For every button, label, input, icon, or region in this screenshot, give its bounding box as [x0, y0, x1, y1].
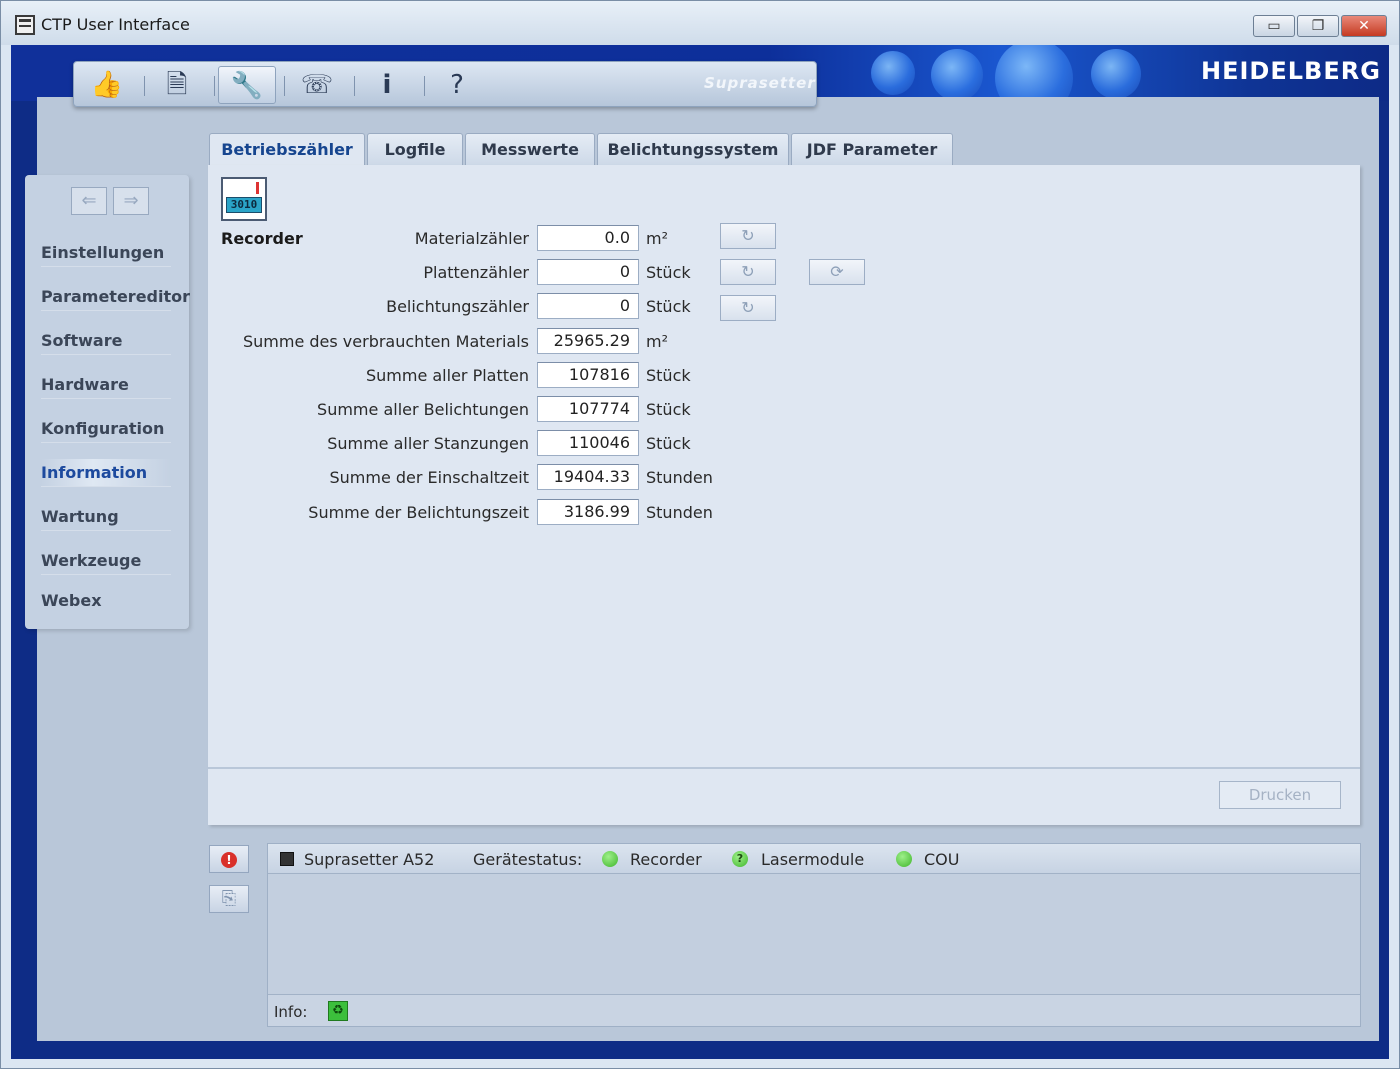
- help-icon[interactable]: ?: [428, 66, 486, 104]
- main-toolbar: 👍 🗎 🔧 ☏ i ? Suprasetter: [73, 61, 817, 107]
- sidebar-item-parametereditor[interactable]: Parametereditor: [41, 283, 190, 311]
- device-status-label: Gerätestatus:: [473, 850, 583, 869]
- reset-belichtungszaehler-button[interactable]: ↻: [720, 295, 776, 321]
- tab-betriebszaehler[interactable]: Betriebszähler: [209, 133, 365, 167]
- app-window: CTP User Interface ▭ ❐ ✕ HEIDELBERG 👍 🗎 …: [0, 0, 1400, 1069]
- tab-logfile[interactable]: Logfile: [367, 133, 463, 165]
- sidebar-item-hardware[interactable]: Hardware: [41, 371, 171, 399]
- field-label: Summe aller Platten: [365, 366, 529, 385]
- field-unit: Stück: [646, 400, 691, 419]
- lasermodule-status-label: Lasermodule: [761, 850, 865, 869]
- product-name: Suprasetter: [704, 74, 816, 92]
- counter-pin-icon: [256, 182, 259, 194]
- summe-belichtungen-field: 107774: [537, 396, 639, 422]
- toolbar-separator: [354, 76, 355, 96]
- title-bar[interactable]: CTP User Interface ▭ ❐ ✕: [1, 1, 1399, 45]
- plattenzaehler-field: 0: [537, 259, 639, 285]
- belichtungszaehler-field: 0: [537, 293, 639, 319]
- field-unit: m²: [646, 229, 668, 248]
- field-label: Materialzähler: [414, 229, 529, 248]
- reset-all-button[interactable]: ⟳: [809, 259, 865, 285]
- export-icon: ⎘: [221, 888, 237, 909]
- field-label: Summe aller Stanzungen: [327, 434, 529, 453]
- decorative-orb: [871, 51, 915, 95]
- sidebar-item-wartung[interactable]: Wartung: [41, 503, 171, 531]
- summe-platten-field: 107816: [537, 362, 639, 388]
- panel-divider: [208, 767, 1360, 769]
- decorative-orb: [1091, 49, 1141, 99]
- refresh-icon[interactable]: ♻: [328, 1001, 348, 1021]
- field-unit: Stück: [646, 263, 691, 282]
- device-status-bar: Suprasetter A52 Gerätestatus: Recorder ?…: [268, 844, 1360, 874]
- info-icon[interactable]: i: [358, 66, 416, 104]
- recorder-status-icon: [602, 851, 618, 867]
- back-arrow-icon[interactable]: ⇐: [71, 187, 107, 215]
- device-icon: [280, 852, 294, 866]
- summe-einschaltzeit-field: 19404.33: [537, 464, 639, 490]
- sidebar-item-werkzeuge[interactable]: Werkzeuge: [41, 547, 171, 575]
- toolbar-separator: [284, 76, 285, 96]
- field-label: Summe der Einschaltzeit: [329, 468, 529, 487]
- heidelberg-logo: HEIDELBERG: [1201, 57, 1381, 85]
- info-label: Info:: [274, 1003, 308, 1021]
- recorder-counter-icon: 3010: [221, 177, 267, 221]
- window-title: CTP User Interface: [41, 15, 190, 34]
- sidebar-item-konfiguration[interactable]: Konfiguration: [41, 415, 171, 443]
- field-label: Plattenzähler: [423, 263, 529, 282]
- field-label: Summe des verbrauchten Materials: [242, 332, 529, 351]
- thumbs-up-icon[interactable]: 👍: [78, 66, 136, 104]
- tab-messwerte[interactable]: Messwerte: [465, 133, 595, 165]
- tab-jdf-parameter[interactable]: JDF Parameter: [791, 133, 953, 165]
- device-name: Suprasetter A52: [304, 850, 435, 869]
- minimize-button[interactable]: ▭: [1253, 15, 1295, 37]
- sidebar-item-einstellungen[interactable]: Einstellungen: [41, 239, 171, 267]
- maximize-button[interactable]: ❐: [1297, 15, 1339, 37]
- reset-materialzaehler-button[interactable]: ↻: [720, 223, 776, 249]
- field-unit: Stück: [646, 434, 691, 453]
- reset-plattenzaehler-button[interactable]: ↻: [720, 259, 776, 285]
- summe-stanzungen-field: 110046: [537, 430, 639, 456]
- toolbar-separator: [144, 76, 145, 96]
- field-label: Summe aller Belichtungen: [317, 400, 529, 419]
- lasermodule-status-icon: ?: [732, 851, 748, 867]
- document-icon[interactable]: 🗎: [148, 66, 206, 104]
- materialzaehler-field: 0.0: [537, 225, 639, 251]
- print-button[interactable]: Drucken: [1219, 781, 1341, 809]
- wrench-icon[interactable]: 🔧: [218, 66, 276, 104]
- field-label: Belichtungszähler: [386, 297, 529, 316]
- export-button[interactable]: ⎘: [209, 885, 249, 913]
- error-log-button[interactable]: !: [209, 845, 249, 873]
- error-icon: !: [221, 851, 237, 868]
- field-label: Summe der Belichtungszeit: [308, 503, 529, 522]
- sidebar-item-information[interactable]: Information: [41, 459, 171, 487]
- field-unit: m²: [646, 332, 668, 351]
- status-panel: Suprasetter A52 Gerätestatus: Recorder ?…: [267, 843, 1361, 1027]
- field-unit: Stück: [646, 366, 691, 385]
- summe-material-field: 25965.29: [537, 328, 639, 354]
- app-icon: [15, 15, 35, 35]
- info-bar: Info: ♻: [268, 994, 1360, 1026]
- toolbar-separator: [424, 76, 425, 96]
- phone-icon[interactable]: ☏: [288, 66, 346, 104]
- field-unit: Stück: [646, 297, 691, 316]
- sidebar-item-webex[interactable]: Webex: [41, 587, 171, 615]
- toolbar-separator: [214, 76, 215, 96]
- decorative-orb: [931, 49, 983, 101]
- cou-status-icon: [896, 851, 912, 867]
- decorative-orb: [995, 45, 1073, 101]
- forward-arrow-icon[interactable]: ⇒: [113, 187, 149, 215]
- summe-belichtungszeit-field: 3186.99: [537, 499, 639, 525]
- recorder-status-label: Recorder: [630, 850, 702, 869]
- sidebar: ⇐ ⇒ Einstellungen Parametereditor Softwa…: [25, 175, 190, 629]
- field-unit: Stunden: [646, 503, 713, 522]
- counter-display: 3010: [226, 197, 262, 213]
- cou-status-label: COU: [924, 850, 960, 869]
- field-unit: Stunden: [646, 468, 713, 487]
- close-button[interactable]: ✕: [1341, 15, 1387, 37]
- tab-belichtungssystem[interactable]: Belichtungssystem: [597, 133, 789, 165]
- sidebar-item-software[interactable]: Software: [41, 327, 171, 355]
